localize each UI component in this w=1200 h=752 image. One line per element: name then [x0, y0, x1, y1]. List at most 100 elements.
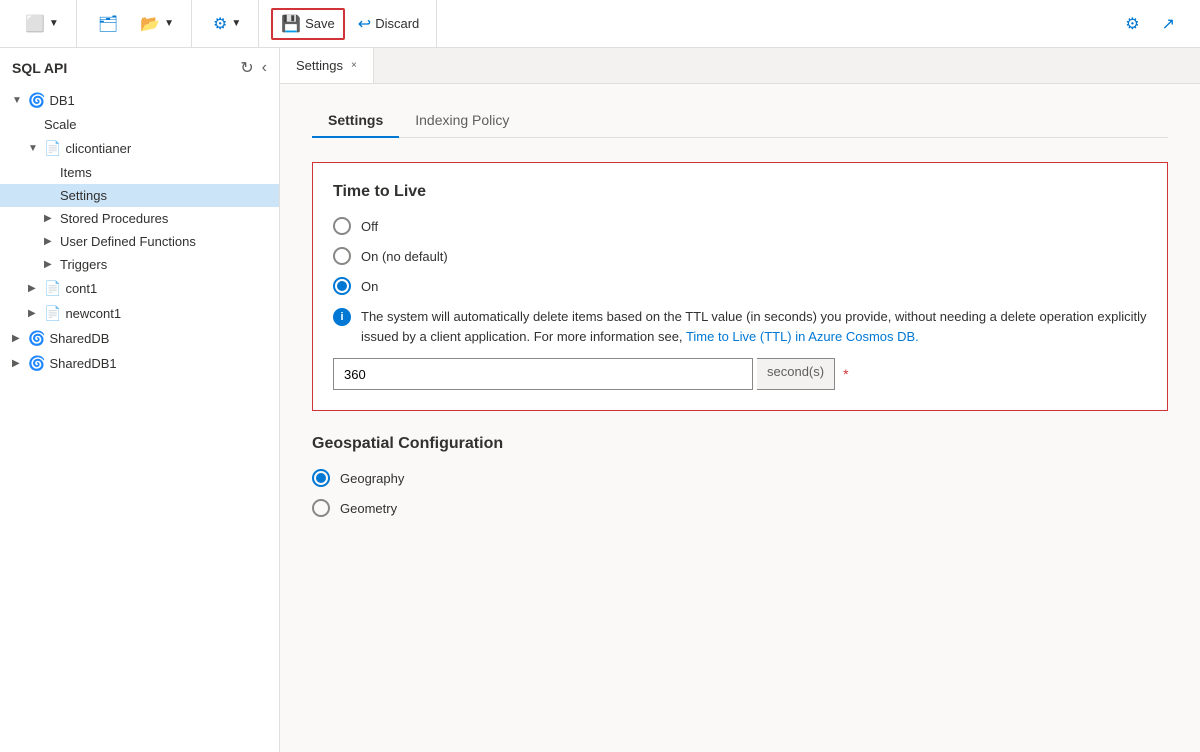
ttl-on-label: On	[361, 279, 378, 294]
open-dropdown-icon: 📂	[140, 14, 160, 34]
tab-settings-tab[interactable]: Settings	[312, 104, 399, 138]
indexing-policy-tab-label: Indexing Policy	[415, 112, 509, 128]
ttl-info-link[interactable]: Time to Live (TTL) in Azure Cosmos DB.	[686, 329, 919, 344]
tab-close-icon[interactable]: ×	[351, 60, 357, 71]
settings-chevron-icon: ▼	[231, 18, 241, 29]
expand-icon: ↗	[1162, 14, 1175, 34]
geo-geometry-radio[interactable]	[312, 499, 330, 517]
sidebar-item-items[interactable]: Items	[0, 161, 279, 184]
discard-button[interactable]: ↩ Discard	[349, 9, 428, 39]
ttl-suffix: second(s)	[757, 358, 835, 390]
settings-gear-button[interactable]: ⚙	[1116, 9, 1148, 39]
shareddb1-chevron-icon: ▶	[12, 358, 24, 369]
geo-geometry-label: Geometry	[340, 501, 397, 516]
sidebar-item-clicontianer[interactable]: ▼ 📄 clicontianer	[0, 136, 279, 161]
open-button[interactable]: 🗂	[89, 9, 127, 39]
geo-geography-label: Geography	[340, 471, 404, 486]
tab-label: Settings	[296, 58, 343, 73]
sidebar-item-cont1[interactable]: ▶ 📄 cont1	[0, 276, 279, 301]
geo-geography-option[interactable]: Geography	[312, 469, 1168, 487]
tab-settings[interactable]: Settings ×	[280, 48, 374, 83]
clicontianer-chevron-icon: ▼	[28, 143, 40, 154]
clicontianer-icon: 📄	[44, 140, 61, 157]
ttl-input-group: second(s) *	[333, 358, 1147, 390]
new-button[interactable]: ⬜ ▼	[16, 9, 68, 39]
discard-label: Discard	[375, 16, 419, 31]
ttl-section: Time to Live Off On (no default) On	[312, 162, 1168, 411]
db1-icon: 🌀	[28, 92, 45, 109]
gear-icon: ⚙	[1125, 14, 1139, 34]
sidebar-stored-procedures-label: Stored Procedures	[60, 211, 168, 226]
newcont1-chevron-icon: ▶	[28, 308, 40, 319]
sidebar-item-label: DB1	[49, 93, 74, 108]
sidebar-settings-label: Settings	[60, 188, 107, 203]
open-chevron-icon: ▼	[164, 18, 174, 29]
ttl-off-option[interactable]: Off	[333, 217, 1147, 235]
geo-geography-radio[interactable]	[312, 469, 330, 487]
geo-section: Geospatial Configuration Geography Geome…	[312, 435, 1168, 549]
sidebar-shareddb1-label: SharedDB1	[49, 356, 116, 371]
required-star: *	[843, 366, 848, 382]
ttl-info-text: The system will automatically delete ite…	[361, 307, 1147, 346]
ttl-on-no-default-radio[interactable]	[333, 247, 351, 265]
sidebar-newcont1-label: newcont1	[65, 306, 121, 321]
sub-tabs: Settings Indexing Policy	[312, 104, 1168, 138]
sidebar: SQL API ↻ ‹ ▼ 🌀 DB1 Scale ▼ 📄 clicontian…	[0, 48, 280, 752]
sidebar-triggers-label: Triggers	[60, 257, 107, 272]
save-icon: 💾	[281, 14, 301, 34]
udf-chevron-icon: ▶	[44, 236, 56, 247]
main-layout: SQL API ↻ ‹ ▼ 🌀 DB1 Scale ▼ 📄 clicontian…	[0, 48, 1200, 752]
sidebar-scale-label: Scale	[44, 117, 77, 132]
sidebar-item-scale[interactable]: Scale	[0, 113, 279, 136]
shareddb-icon: 🌀	[28, 330, 45, 347]
new-chevron-icon: ▼	[49, 18, 59, 29]
cont1-icon: 📄	[44, 280, 61, 297]
sidebar-header-actions: ↻ ‹	[240, 58, 267, 78]
ttl-off-radio[interactable]	[333, 217, 351, 235]
ttl-input[interactable]	[333, 358, 753, 390]
cont1-chevron-icon: ▶	[28, 283, 40, 294]
sidebar-clicontianer-label: clicontianer	[65, 141, 131, 156]
ttl-off-label: Off	[361, 219, 378, 234]
save-button[interactable]: 💾 Save	[271, 8, 345, 40]
save-label: Save	[305, 16, 335, 31]
sidebar-item-shareddb1[interactable]: ▶ 🌀 SharedDB1	[0, 351, 279, 376]
ttl-on-no-default-option[interactable]: On (no default)	[333, 247, 1147, 265]
sidebar-item-stored-procedures[interactable]: ▶ Stored Procedures	[0, 207, 279, 230]
open-dropdown-button[interactable]: 📂 ▼	[131, 9, 183, 39]
refresh-button[interactable]: ↻	[240, 58, 253, 78]
geo-title: Geospatial Configuration	[312, 435, 1168, 453]
ttl-on-option[interactable]: On	[333, 277, 1147, 295]
toolbar: ⬜ ▼ 🗂 📂 ▼ ⚙ ▼ 💾 Save ↩ Discard ⚙	[0, 0, 1200, 48]
geo-geometry-option[interactable]: Geometry	[312, 499, 1168, 517]
sidebar-item-udf[interactable]: ▶ User Defined Functions	[0, 230, 279, 253]
collapse-button[interactable]: ‹	[262, 58, 267, 78]
sidebar-item-settings[interactable]: Settings	[0, 184, 279, 207]
settings-tab-label: Settings	[328, 112, 383, 128]
tab-bar: Settings ×	[280, 48, 1200, 84]
toolbar-group-right: ⚙ ↗	[1108, 0, 1192, 47]
newcont1-icon: 📄	[44, 305, 61, 322]
settings-toolbar-icon: ⚙	[213, 14, 227, 34]
shareddb-chevron-icon: ▶	[12, 333, 24, 344]
sidebar-item-newcont1[interactable]: ▶ 📄 newcont1	[0, 301, 279, 326]
expand-button[interactable]: ↗	[1153, 9, 1184, 39]
tab-indexing-policy[interactable]: Indexing Policy	[399, 104, 525, 138]
new-icon: ⬜	[25, 14, 45, 34]
toolbar-group-open: 🗂 📂 ▼	[81, 0, 192, 47]
discard-icon: ↩	[358, 14, 371, 34]
db1-chevron-icon: ▼	[12, 95, 24, 106]
sidebar-item-db1[interactable]: ▼ 🌀 DB1	[0, 88, 279, 113]
settings-toolbar-button[interactable]: ⚙ ▼	[204, 9, 250, 39]
ttl-on-no-default-label: On (no default)	[361, 249, 448, 264]
ttl-info-box: i The system will automatically delete i…	[333, 307, 1147, 346]
sidebar-item-shareddb[interactable]: ▶ 🌀 SharedDB	[0, 326, 279, 351]
info-icon: i	[333, 308, 351, 326]
stored-procedures-chevron-icon: ▶	[44, 213, 56, 224]
toolbar-group-save: 💾 Save ↩ Discard	[263, 0, 437, 47]
toolbar-group-settings: ⚙ ▼	[196, 0, 259, 47]
sidebar-item-triggers[interactable]: ▶ Triggers	[0, 253, 279, 276]
sidebar-header: SQL API ↻ ‹	[0, 48, 279, 88]
ttl-on-radio[interactable]	[333, 277, 351, 295]
content-area: Settings × Settings Indexing Policy Time…	[280, 48, 1200, 752]
